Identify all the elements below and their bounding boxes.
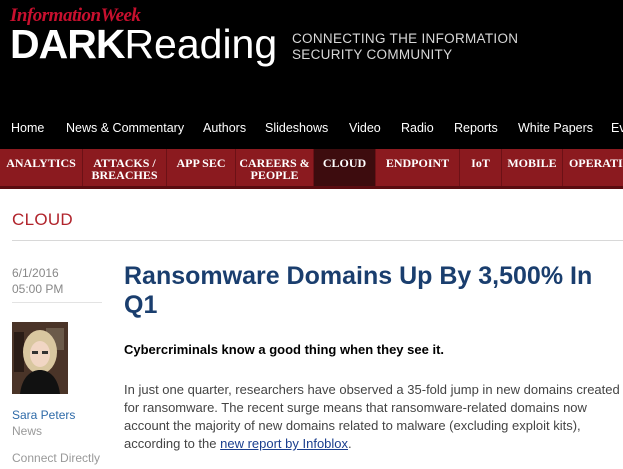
body-text-before-link: In just one quarter, researchers have ob… — [124, 382, 620, 451]
site-tagline: CONNECTING THE INFORMATION SECURITY COMM… — [292, 31, 519, 62]
author-role: News — [12, 424, 43, 438]
nav-reports[interactable]: Reports — [454, 121, 498, 135]
section-divider — [12, 240, 623, 241]
article-subhead: Cybercriminals know a good thing when th… — [124, 342, 445, 357]
section-tab-mobile[interactable]: MOBILE — [502, 149, 563, 186]
section-tab-careers-people[interactable]: CAREERS & PEOPLE — [236, 149, 314, 186]
section-tab-label: ANALYTICS — [6, 156, 76, 170]
primary-nav: Home News & Commentary Authors Slideshow… — [0, 110, 623, 147]
connect-directly-label: Connect Directly — [12, 451, 101, 465]
logo-dark-text: DARK — [10, 21, 125, 67]
site-header: InformationWeek DARKReading CONNECTING T… — [0, 0, 623, 110]
darkreading-logo[interactable]: DARKReading — [10, 20, 277, 68]
meta-divider — [12, 302, 102, 303]
nav-video[interactable]: Video — [349, 121, 381, 135]
section-tab-attacks-breaches[interactable]: ATTACKS / BREACHES — [83, 149, 167, 186]
section-tab-app-sec[interactable]: APP SEC — [167, 149, 236, 186]
article-headline: Ransomware Domains Up By 3,500% In Q1 — [124, 262, 593, 319]
nav-news-commentary[interactable]: News & Commentary — [66, 121, 184, 135]
publish-time: 05:00 PM — [12, 282, 64, 296]
section-tab-iot[interactable]: IoT — [460, 149, 502, 186]
section-tab-label: ENDPOINT — [385, 156, 450, 170]
nav-white-papers[interactable]: White Papers — [518, 121, 593, 135]
body-text-after-link: . — [348, 436, 352, 451]
nav-slideshows[interactable]: Slideshows — [265, 121, 328, 135]
section-tab-label: MOBILE — [507, 156, 557, 170]
section-tab-label: IoT — [471, 156, 490, 170]
section-tab-endpoint[interactable]: ENDPOINT — [376, 149, 460, 186]
article-body: In just one quarter, researchers have ob… — [124, 381, 620, 453]
section-tab-label: OPERATIO — [568, 156, 623, 170]
section-nav: ANALYTICS ATTACKS / BREACHES APP SEC CARE… — [0, 147, 623, 189]
nav-radio[interactable]: Radio — [401, 121, 434, 135]
section-tab-analytics[interactable]: ANALYTICS — [0, 149, 83, 186]
author-avatar[interactable] — [12, 322, 68, 394]
section-tab-label: APP SEC — [176, 156, 226, 170]
section-tab-label: CAREERS & PEOPLE — [239, 156, 310, 182]
logo-reading-text: Reading — [124, 21, 278, 67]
section-tab-label: CLOUD — [322, 156, 367, 170]
section-tab-cloud[interactable]: CLOUD — [314, 149, 376, 186]
article-date: 6/1/2016 05:00 PM — [12, 265, 63, 297]
nav-events[interactable]: Ev — [611, 121, 623, 135]
nav-home[interactable]: Home — [11, 121, 44, 135]
nav-authors[interactable]: Authors — [203, 121, 246, 135]
infoblox-report-link[interactable]: new report by Infoblox — [220, 436, 348, 451]
section-tab-label: ATTACKS / BREACHES — [91, 156, 158, 182]
section-title: CLOUD — [12, 210, 74, 229]
author-name-link[interactable]: Sara Peters — [12, 408, 75, 422]
section-tab-operations[interactable]: OPERATIO — [563, 149, 623, 186]
publish-date: 6/1/2016 — [12, 266, 59, 280]
author-photo-icon — [12, 322, 68, 394]
